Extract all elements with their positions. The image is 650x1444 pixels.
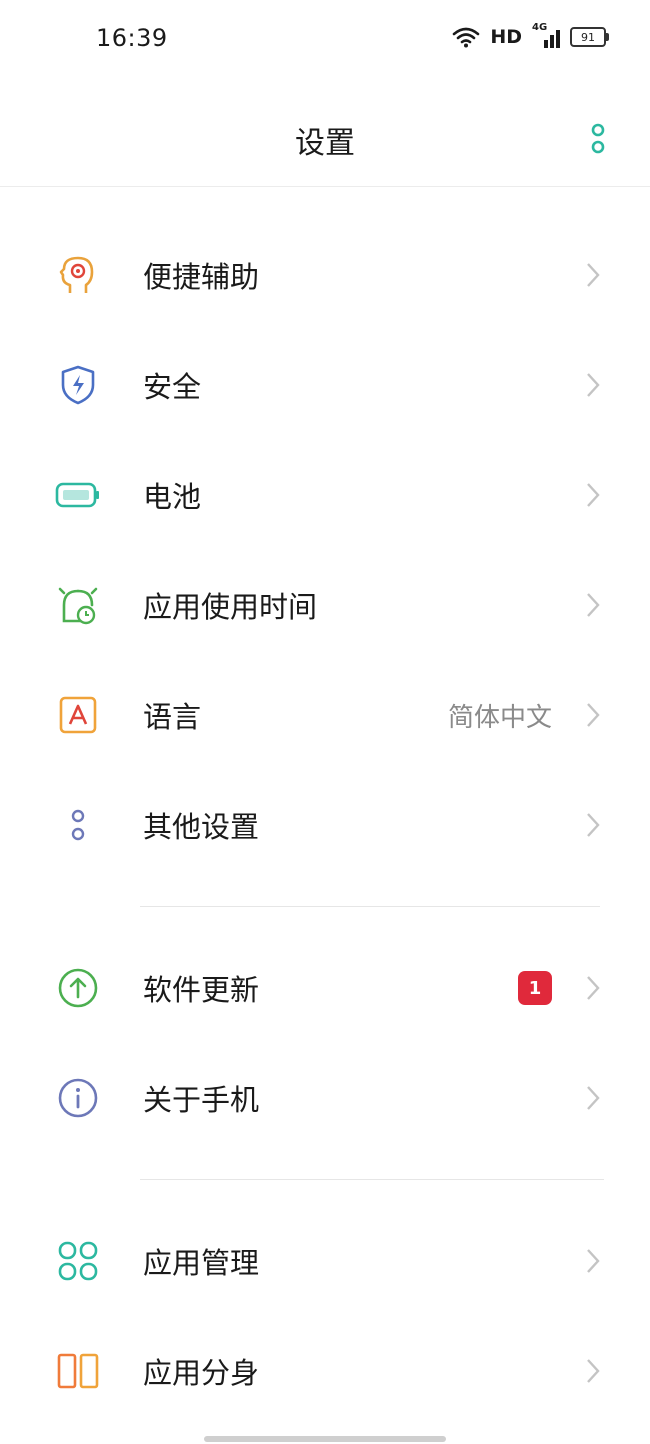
status-time: 16:39 bbox=[96, 24, 168, 52]
settings-item-screen-time[interactable]: 应用使用时间 bbox=[0, 550, 650, 660]
settings-item-label: 其他设置 bbox=[143, 810, 260, 844]
page-header: 设置 bbox=[0, 88, 650, 187]
settings-item-about-phone[interactable]: 关于手机 bbox=[0, 1043, 650, 1153]
page-title: 设置 bbox=[295, 126, 355, 161]
settings-item-label: 软件更新 bbox=[143, 973, 260, 1007]
settings-item-app-management[interactable]: 应用管理 bbox=[0, 1206, 650, 1316]
wifi-icon bbox=[453, 27, 480, 48]
more-options-icon[interactable] bbox=[586, 122, 610, 156]
settings-item-label: 应用使用时间 bbox=[143, 590, 318, 624]
settings-item-security[interactable]: 安全 bbox=[0, 330, 650, 440]
battery-level: 91 bbox=[581, 30, 595, 44]
settings-item-label: 电池 bbox=[143, 480, 202, 514]
settings-item-label: 应用管理 bbox=[143, 1246, 260, 1280]
battery-status-icon: 91 bbox=[570, 27, 609, 47]
settings-item-label: 安全 bbox=[143, 370, 202, 404]
settings-item-language[interactable]: 语言 简体中文 bbox=[0, 660, 650, 770]
letter-a-icon bbox=[54, 691, 102, 739]
dual-rectangles-icon bbox=[54, 1347, 102, 1395]
shield-bolt-icon bbox=[54, 361, 102, 409]
chevron-right-icon bbox=[587, 1086, 600, 1110]
settings-item-label: 便捷辅助 bbox=[143, 260, 260, 294]
language-current-value: 简体中文 bbox=[447, 702, 552, 733]
alarm-clock-icon bbox=[54, 581, 102, 629]
update-count-badge: 1 bbox=[518, 971, 552, 1005]
status-bar: 16:39 HD 4G 91 bbox=[0, 0, 650, 80]
settings-item-accessibility[interactable]: 便捷辅助 bbox=[0, 220, 650, 330]
settings-item-label: 应用分身 bbox=[143, 1356, 260, 1390]
section-divider bbox=[140, 906, 600, 907]
info-circle-icon bbox=[54, 1074, 102, 1122]
settings-item-battery[interactable]: 电池 bbox=[0, 440, 650, 550]
settings-item-software-update[interactable]: 软件更新 1 bbox=[0, 933, 650, 1043]
chevron-right-icon bbox=[587, 976, 600, 1000]
signal-type-label: 4G bbox=[532, 22, 548, 33]
battery-icon bbox=[54, 471, 102, 519]
section-divider bbox=[140, 1179, 604, 1180]
settings-item-app-clone[interactable]: 应用分身 bbox=[0, 1316, 650, 1426]
status-icons: HD 4G 91 bbox=[452, 22, 609, 48]
settings-item-label: 语言 bbox=[143, 700, 202, 734]
chevron-right-icon bbox=[587, 1359, 600, 1383]
chevron-right-icon bbox=[587, 593, 600, 617]
accessibility-head-icon bbox=[54, 251, 102, 299]
settings-item-other-settings[interactable]: 其他设置 bbox=[0, 770, 650, 880]
chevron-right-icon bbox=[587, 263, 600, 287]
chevron-right-icon bbox=[587, 373, 600, 397]
chevron-right-icon bbox=[587, 1249, 600, 1273]
arrow-up-circle-icon bbox=[54, 964, 102, 1012]
chevron-right-icon bbox=[587, 703, 600, 727]
settings-list: 便捷辅助 安全 电池 应用使用时间 语言 简体中文 其他设置 软件更新 1 关于… bbox=[0, 220, 650, 1426]
four-squares-icon bbox=[54, 1237, 102, 1285]
two-dots-icon bbox=[54, 801, 102, 849]
signal-icon: 4G bbox=[532, 22, 560, 48]
settings-item-label: 关于手机 bbox=[143, 1083, 260, 1117]
home-indicator[interactable] bbox=[204, 1436, 446, 1442]
chevron-right-icon bbox=[587, 483, 600, 507]
status-hd-label: HD bbox=[490, 26, 522, 48]
chevron-right-icon bbox=[587, 813, 600, 837]
